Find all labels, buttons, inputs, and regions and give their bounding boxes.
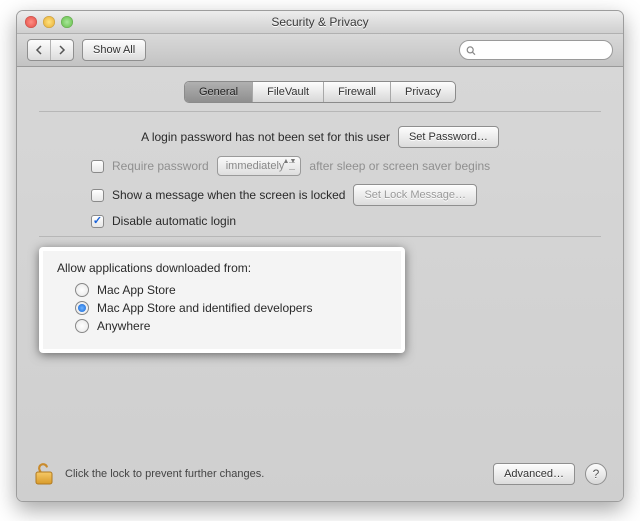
- search-input[interactable]: [480, 43, 606, 57]
- lock-icon[interactable]: [33, 461, 55, 487]
- separator: [39, 236, 601, 237]
- radio-button[interactable]: [75, 301, 89, 315]
- set-lock-message-button[interactable]: Set Lock Message…: [353, 184, 477, 206]
- tab-general[interactable]: General: [185, 82, 253, 102]
- search-field[interactable]: [459, 40, 613, 60]
- disable-auto-login-checkbox[interactable]: [91, 215, 104, 228]
- require-password-delay-select[interactable]: immediately ▲▼: [217, 156, 302, 176]
- allow-identified-option[interactable]: Mac App Store and identified developers: [75, 301, 387, 315]
- search-icon: [466, 45, 476, 56]
- tab-bar: General FileVault Firewall Privacy: [184, 81, 456, 103]
- require-password-label: Require password: [112, 159, 209, 173]
- zoom-button[interactable]: [61, 16, 73, 28]
- minimize-button[interactable]: [43, 16, 55, 28]
- forward-button[interactable]: [51, 40, 73, 60]
- allow-apps-heading: Allow applications downloaded from:: [57, 261, 387, 275]
- chevron-left-icon: [34, 45, 44, 55]
- require-password-checkbox[interactable]: [91, 160, 104, 173]
- show-message-label: Show a message when the screen is locked: [112, 188, 345, 202]
- nav-back-forward: [27, 39, 74, 61]
- pane-body: General FileVault Firewall Privacy A log…: [17, 67, 623, 501]
- window-title: Security & Privacy: [17, 15, 623, 29]
- disable-auto-login-label: Disable automatic login: [112, 214, 236, 228]
- require-password-delay-value: immediately: [226, 160, 285, 172]
- login-password-text: A login password has not been set for th…: [141, 130, 390, 144]
- toolbar: Show All: [17, 34, 623, 67]
- allow-anywhere-label: Anywhere: [97, 319, 150, 333]
- chevron-right-icon: [57, 45, 67, 55]
- close-button[interactable]: [25, 16, 37, 28]
- show-all-button[interactable]: Show All: [82, 39, 146, 61]
- preferences-window: Security & Privacy Show All: [16, 10, 624, 502]
- show-message-checkbox[interactable]: [91, 189, 104, 202]
- advanced-button[interactable]: Advanced…: [493, 463, 575, 485]
- general-panel: A login password has not been set for th…: [39, 111, 601, 353]
- allow-app-store-option[interactable]: Mac App Store: [75, 283, 387, 297]
- require-password-after-label: after sleep or screen saver begins: [309, 159, 490, 173]
- footer: Click the lock to prevent further change…: [17, 451, 623, 501]
- allow-anywhere-option[interactable]: Anywhere: [75, 319, 387, 333]
- allow-identified-label: Mac App Store and identified developers: [97, 301, 312, 315]
- allow-app-store-label: Mac App Store: [97, 283, 176, 297]
- back-button[interactable]: [28, 40, 51, 60]
- allow-apps-section: Allow applications downloaded from: Mac …: [39, 247, 405, 353]
- set-password-button[interactable]: Set Password…: [398, 126, 499, 148]
- radio-button[interactable]: [75, 283, 89, 297]
- help-button[interactable]: ?: [585, 463, 607, 485]
- radio-button[interactable]: [75, 319, 89, 333]
- lock-text: Click the lock to prevent further change…: [65, 468, 264, 480]
- titlebar: Security & Privacy: [17, 11, 623, 34]
- tab-privacy[interactable]: Privacy: [391, 82, 455, 102]
- tab-filevault[interactable]: FileVault: [253, 82, 324, 102]
- tab-firewall[interactable]: Firewall: [324, 82, 391, 102]
